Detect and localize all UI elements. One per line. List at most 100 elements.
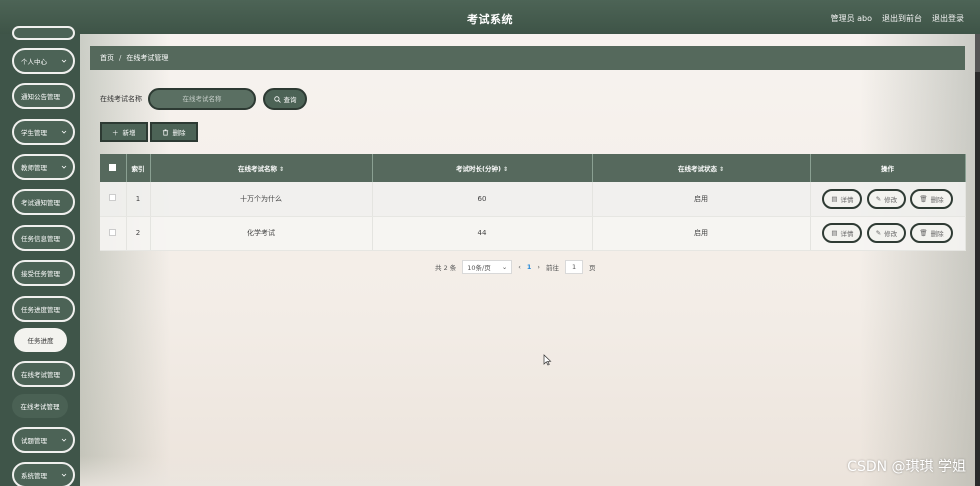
search-button[interactable]: 查询 <box>263 88 307 110</box>
col-header-status[interactable]: 在线考试状态 ⇕ <box>592 154 811 182</box>
col-header-duration[interactable]: 考试时长(分钟) ⇕ <box>372 154 593 182</box>
page-size-value: 10条/页 <box>467 264 491 272</box>
chevron-down-icon <box>61 165 67 169</box>
goto-page-input[interactable]: 1 <box>565 260 584 274</box>
sidebar-item-label: 试题管理 <box>21 437 47 445</box>
row-select-cell <box>100 216 127 251</box>
pagination: 共 2 条 10条/页 ⌄ ‹ 1 › 前往 1 页 <box>435 260 596 274</box>
sidebar-item-online-exam[interactable]: 在线考试管理 <box>12 361 75 387</box>
current-user: 管理员 abo <box>830 14 872 23</box>
row-checkbox[interactable] <box>109 194 117 202</box>
sidebar-item-exam-notice[interactable]: 考试通知管理 <box>12 189 75 215</box>
select-all-cell <box>100 154 127 182</box>
cell-name: 十万个为什么 <box>150 182 373 217</box>
search-input[interactable] <box>148 88 256 110</box>
row-select-cell <box>100 182 127 217</box>
sidebar-item-stub[interactable] <box>12 26 75 40</box>
sidebar-item-accept-task[interactable]: 接受任务管理 <box>12 260 75 286</box>
pagination-total: 共 2 条 <box>435 264 457 272</box>
edit-icon: ✎ <box>875 229 882 237</box>
sidebar-item-label: 考试通知管理 <box>21 199 60 207</box>
goto-label: 前往 <box>546 264 560 272</box>
sidebar-subitem-task-progress[interactable]: 任务进度 <box>14 328 67 352</box>
edit-button[interactable]: ✎ 修改 <box>866 188 907 209</box>
current-page-number[interactable]: 1 <box>527 263 532 271</box>
chevron-down-icon <box>61 473 67 477</box>
scrollbar-thumb[interactable] <box>975 34 980 72</box>
add-button[interactable]: ＋ 新增 <box>100 122 148 142</box>
next-page-icon[interactable]: › <box>537 263 540 271</box>
add-button-label: 新增 <box>122 129 136 137</box>
cell-ops: ▤ 详情 ✎ 修改 🗑︎ 删除 <box>810 216 966 251</box>
chevron-down-icon <box>61 130 67 134</box>
col-header-duration-label: 考试时长(分钟) <box>456 165 501 173</box>
delete-label: 删除 <box>930 230 944 238</box>
sidebar-item-label: 通知公告管理 <box>21 93 60 101</box>
breadcrumb-home[interactable]: 首页 <box>100 53 114 63</box>
back-to-frontend-link[interactable]: 退出到前台 <box>882 13 922 24</box>
sidebar-item-task-progress-mgmt[interactable]: 任务进度管理 <box>12 296 75 322</box>
edit-icon: ✎ <box>875 194 882 203</box>
detail-button[interactable]: ▤ 详情 <box>822 223 863 243</box>
sidebar-subitem-online-exam-mgmt[interactable]: 在线考试管理 <box>12 394 68 418</box>
cell-index: 2 <box>126 216 151 251</box>
table-header-row: 索引 在线考试名称 ⇕ 考试时长(分钟) ⇕ 在线考试状态 ⇕ 操作 <box>100 154 966 182</box>
logout-link[interactable]: 退出登录 <box>932 13 964 24</box>
sidebar-item-questions[interactable]: 试题管理 <box>12 427 75 453</box>
select-all-checkbox[interactable] <box>109 163 117 171</box>
search-button-label: 查询 <box>283 96 297 104</box>
sort-icon: ⇕ <box>278 166 285 173</box>
header-actions: 管理员 abo 退出到前台 退出登录 <box>831 13 964 24</box>
cell-ops: ▤ 详情 ✎ 修改 🗑︎ 删除 <box>810 182 966 217</box>
cell-index: 1 <box>126 182 151 217</box>
breadcrumb-current: 在线考试管理 <box>126 54 169 62</box>
table-row: 1 十万个为什么 60 启用 ▤ 详情 ✎ 修改 🗑︎ 删除 <box>100 182 966 217</box>
sidebar-item-label: 接受任务管理 <box>21 270 60 278</box>
detail-label: 详情 <box>840 195 854 204</box>
page-size-select[interactable]: 10条/页 ⌄ <box>462 260 513 274</box>
prev-page-icon[interactable]: ‹ <box>518 263 521 271</box>
edit-button[interactable]: ✎ 修改 <box>866 223 907 243</box>
delete-button-label: 删除 <box>172 129 186 137</box>
main-content: 首页 / 在线考试管理 在线考试名称 查询 ＋ 新增 删除 索引 在线考试名称⇕ <box>80 34 975 486</box>
scrollbar-track[interactable] <box>975 34 980 486</box>
watermark: CSDN @琪琪 学姐 <box>847 459 966 475</box>
detail-icon: ▤ <box>831 194 838 203</box>
background-decoration <box>80 456 440 486</box>
sidebar: 个人中心 通知公告管理 学生管理 教师管理 考试通知管理 任务信息管理 接受任务… <box>0 26 80 486</box>
edit-label: 修改 <box>884 195 898 204</box>
detail-label: 详情 <box>840 230 854 238</box>
col-header-name[interactable]: 在线考试名称 ⇕ <box>150 154 373 182</box>
breadcrumb: 首页 / 在线考试管理 <box>90 46 965 70</box>
chevron-down-icon <box>61 59 67 63</box>
col-header-ops: 操作 <box>810 154 966 182</box>
sidebar-item-label: 系统管理 <box>21 472 47 480</box>
sidebar-item-students[interactable]: 学生管理 <box>12 119 75 145</box>
sort-icon: ⇕ <box>502 166 508 173</box>
exam-table: 索引 在线考试名称 ⇕ 考试时长(分钟) ⇕ 在线考试状态 ⇕ 操作 1 十万个为什么… <box>100 154 966 251</box>
delete-label: 删除 <box>930 195 944 204</box>
table-row: 2 化学考试 44 启用 ▤ 详情 ✎ 修改 🗑︎ 删除 <box>100 216 966 251</box>
col-header-index: 索引 <box>126 154 151 182</box>
cell-status: 启用 <box>592 216 811 251</box>
sidebar-item-label: 任务进度管理 <box>21 306 60 314</box>
trash-icon <box>162 129 168 135</box>
sidebar-item-system[interactable]: 系统管理 <box>12 462 75 486</box>
detail-button[interactable]: ▤ 详情 <box>822 188 863 209</box>
batch-delete-button[interactable]: 删除 <box>149 122 198 142</box>
sidebar-item-task-info[interactable]: 任务信息管理 <box>12 225 75 251</box>
delete-row-button[interactable]: 🗑︎ 删除 <box>910 223 953 243</box>
sidebar-item-personal-center[interactable]: 个人中心 <box>12 48 75 74</box>
sidebar-item-label: 任务进度 <box>27 337 54 345</box>
detail-icon: ▤ <box>831 229 838 237</box>
search-bar: 在线考试名称 查询 <box>100 88 307 110</box>
action-toolbar: ＋ 新增 删除 <box>100 122 198 142</box>
row-checkbox[interactable] <box>109 228 117 236</box>
sort-icon: ⇕ <box>718 166 725 173</box>
search-icon <box>273 95 281 103</box>
delete-row-button[interactable]: 🗑︎ 删除 <box>910 188 953 209</box>
sidebar-item-teachers[interactable]: 教师管理 <box>12 154 75 180</box>
trash-icon: 🗑︎ <box>919 229 928 237</box>
sidebar-item-notice[interactable]: 通知公告管理 <box>12 83 75 109</box>
cell-name: 化学考试 <box>150 216 373 251</box>
